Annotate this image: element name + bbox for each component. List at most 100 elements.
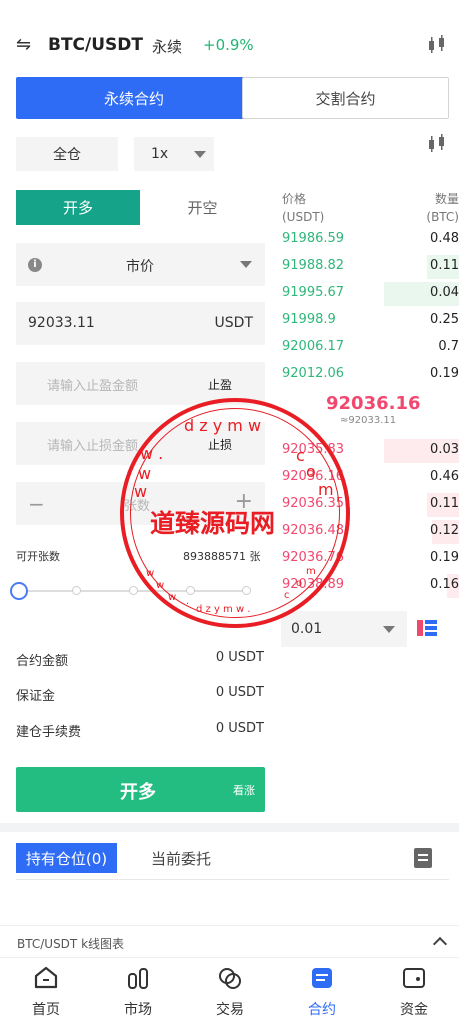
minus-icon[interactable]: − xyxy=(28,492,45,516)
bid-qty: 0.04 xyxy=(430,285,459,300)
watermark-letters: d z y m w xyxy=(184,416,262,435)
bid-price: 92012.06 xyxy=(282,366,345,381)
nav-market-label: 市场 xyxy=(124,1002,152,1018)
depth-layout-icon[interactable] xyxy=(417,620,437,636)
open-fee-label: 建仓手续费 xyxy=(16,725,82,740)
chevron-down-icon xyxy=(194,151,206,158)
slider-mark-25[interactable] xyxy=(72,586,81,595)
orderbook-qty-header: 数量 (BTC) xyxy=(420,190,459,226)
tab-delivery[interactable]: 交割合约 xyxy=(242,77,449,119)
bid-qty: 0.48 xyxy=(430,231,459,246)
tab-open-short[interactable]: 开空 xyxy=(140,190,265,225)
trade-icon xyxy=(219,968,241,989)
bid-row[interactable]: 92012.06 0.19 xyxy=(281,366,459,388)
watermark-letters: m xyxy=(318,480,334,499)
ask-qty: 0.12 xyxy=(430,523,459,538)
nav-contract[interactable]: 合约 xyxy=(276,958,368,1024)
tab-perpetual[interactable]: 永续合约 xyxy=(16,77,252,119)
leverage-select[interactable]: 1x xyxy=(134,137,214,171)
price-header-unit: (USDT) xyxy=(282,210,325,224)
bottom-nav: 首页 市场 交易 合约 资金 xyxy=(0,957,459,1024)
order-type-label: 市价 xyxy=(126,259,154,275)
index-price: ≈92033.11 xyxy=(340,415,397,426)
bid-qty: 0.11 xyxy=(430,258,459,273)
contract-amount-value: 0 USDT xyxy=(215,650,264,665)
watermark-letters: o xyxy=(296,578,303,589)
watermark-letters: w xyxy=(156,580,165,591)
margin-value: 0 USDT xyxy=(215,685,264,700)
watermark-letters: w xyxy=(168,592,177,603)
bid-price: 91995.67 xyxy=(282,285,345,300)
price-field[interactable]: 92033.11 USDT xyxy=(16,302,265,345)
bid-row[interactable]: 91998.9 0.25 xyxy=(281,312,459,334)
nav-home[interactable]: 首页 xyxy=(0,958,92,1024)
watermark-letters: w xyxy=(134,482,148,501)
margin-mode-select[interactable]: 全仓 xyxy=(16,137,118,171)
nav-contract-label: 合约 xyxy=(308,1002,336,1018)
watermark-text: 道臻源码网 xyxy=(150,509,276,538)
nav-trade[interactable]: 交易 xyxy=(184,958,276,1024)
ask-qty: 0.16 xyxy=(430,577,459,592)
wallet-icon xyxy=(403,968,425,988)
pair-title[interactable]: BTC/USDT xyxy=(48,35,143,55)
price-unit: USDT xyxy=(214,315,253,331)
chevron-up-icon[interactable] xyxy=(432,936,448,952)
nav-wallet-label: 资金 xyxy=(400,1002,428,1018)
watermark-letters: d z y m w . xyxy=(196,604,251,615)
open-long-button[interactable]: 开多 看涨 xyxy=(16,767,265,812)
market-icon xyxy=(128,968,148,989)
swap-arrows-icon[interactable]: ⇋ xyxy=(16,34,31,55)
leverage-value: 1x xyxy=(151,146,169,162)
price-value: 92033.11 xyxy=(28,315,95,331)
open-fee-value: 0 USDT xyxy=(215,721,264,736)
bid-row[interactable]: 91995.67 0.04 xyxy=(281,282,459,307)
order-type-select[interactable]: i 市价 xyxy=(16,243,265,286)
watermark-letters: w xyxy=(146,568,155,579)
contract-amount-label: 合约金额 xyxy=(16,654,69,669)
qty-header-label: 数量 xyxy=(434,192,459,206)
slider-mark-50[interactable] xyxy=(129,586,138,595)
bid-row[interactable]: 91988.82 0.11 xyxy=(281,255,459,280)
slider-handle[interactable] xyxy=(10,582,28,600)
watermark-letters: c xyxy=(296,446,305,465)
margin-label: 保证金 xyxy=(16,689,56,704)
chevron-down-icon xyxy=(383,626,395,633)
nav-wallet[interactable]: 资金 xyxy=(368,958,459,1024)
ask-qty: 0.03 xyxy=(430,442,459,457)
tab-open-long[interactable]: 开多 xyxy=(16,190,140,225)
nav-trade-label: 交易 xyxy=(216,1002,244,1018)
tab-underline xyxy=(16,879,449,880)
open-long-label: 开多 xyxy=(120,782,156,803)
watermark-letters: m xyxy=(306,566,316,577)
stop-loss-placeholder: 请输入止损金额 xyxy=(47,439,139,454)
bid-qty: 0.19 xyxy=(430,366,459,381)
take-profit-placeholder: 请输入止盈金额 xyxy=(47,379,139,394)
watermark-letters: o xyxy=(306,462,316,481)
tab-holding-positions[interactable]: 持有仓位(0) xyxy=(16,843,117,873)
bid-row[interactable]: 92006.17 0.7 xyxy=(281,339,459,361)
bid-price: 91998.9 xyxy=(282,312,336,327)
available-label: 可开张数 xyxy=(16,550,60,563)
chevron-down-icon xyxy=(240,261,252,268)
last-price: 92036.16 xyxy=(326,393,421,414)
kline-chart-title: BTC/USDT k线图表 xyxy=(17,937,125,951)
bid-qty: 0.7 xyxy=(438,339,459,354)
candlestick-chart-icon[interactable] xyxy=(427,35,449,55)
watermark-letters: w . xyxy=(140,444,164,463)
precision-value: 0.01 xyxy=(291,621,323,637)
nav-market[interactable]: 市场 xyxy=(92,958,184,1024)
home-icon xyxy=(34,966,58,989)
tab-current-orders[interactable]: 当前委托 xyxy=(151,848,211,869)
contract-icon xyxy=(312,968,332,988)
document-icon[interactable] xyxy=(414,848,432,868)
kline-chart-bar[interactable]: BTC/USDT k线图表 xyxy=(0,925,459,958)
precision-select[interactable]: 0.01 xyxy=(281,611,407,647)
nav-home-label: 首页 xyxy=(32,1002,60,1018)
info-icon[interactable]: i xyxy=(28,258,42,272)
candlestick-chart-icon[interactable] xyxy=(427,134,449,154)
bullish-label: 看涨 xyxy=(233,784,255,797)
price-change: +0.9% xyxy=(203,36,254,54)
qty-header-unit: (BTC) xyxy=(426,210,459,224)
bid-row[interactable]: 91986.59 0.48 xyxy=(281,231,459,253)
bid-price: 91988.82 xyxy=(282,258,345,273)
